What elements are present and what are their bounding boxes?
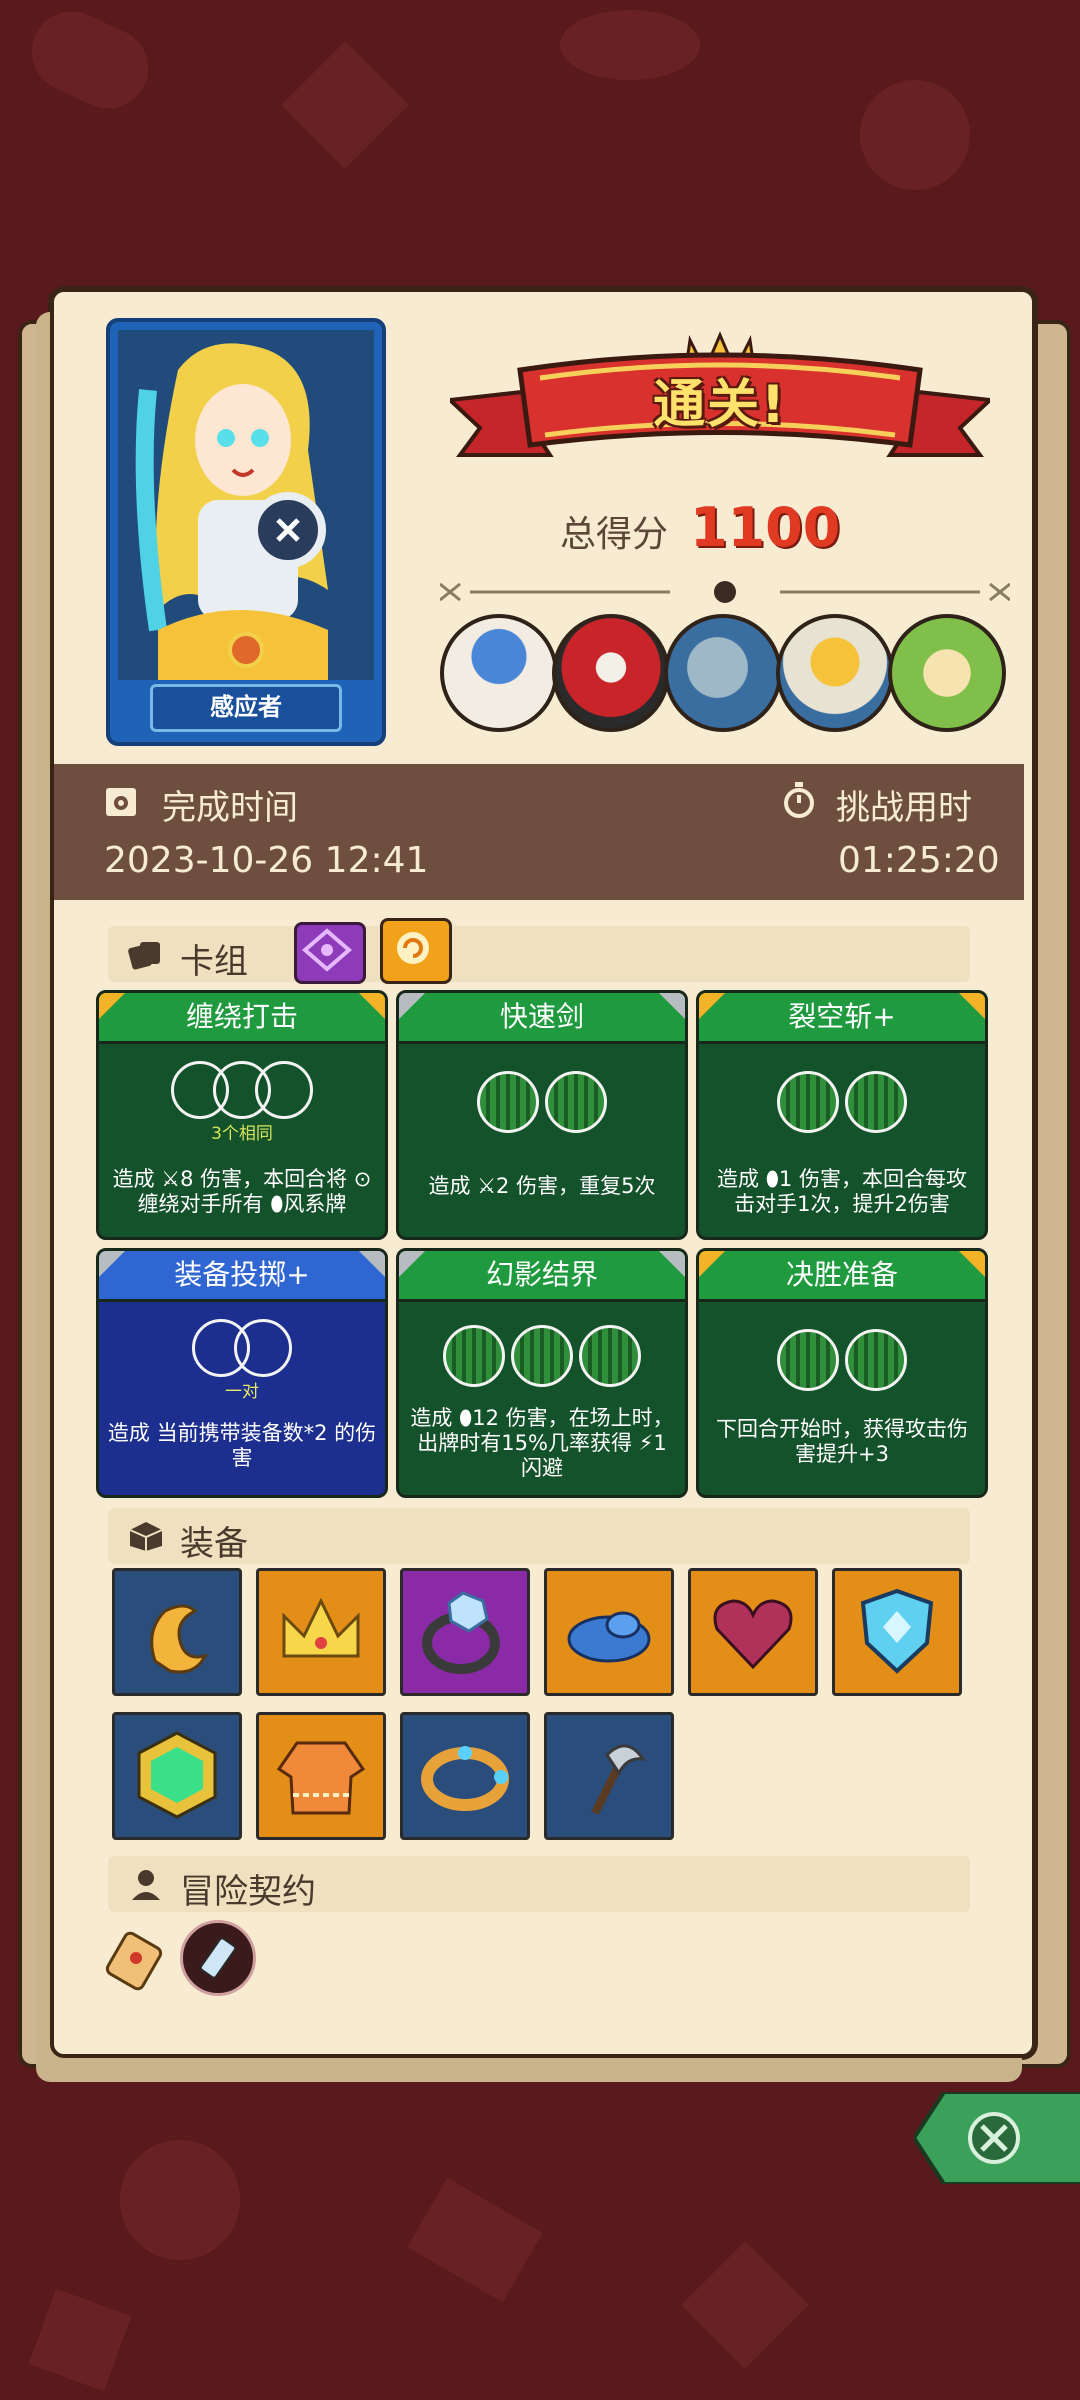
card-description: 下回合开始时，获得攻击伤害提升+3 [716,1417,968,1466]
knit-sweater-icon[interactable] [256,1712,386,1840]
card-entangle-strike[interactable]: 缠绕打击 3个相同 造成 ⚔8 伤害，本回合将 ⊙缠绕对手所有 ⬮风系牌 [96,990,388,1240]
card-equipment-throw[interactable]: 装备投掷+ 一对 造成 当前携带装备数*2 的伤害 [96,1248,388,1498]
red-demon-icon[interactable] [552,614,670,732]
deck-section-header: 卡组 [108,926,970,982]
card-slots [99,1319,385,1377]
card-title: 幻影结界 [399,1251,685,1302]
potion-vial-icon[interactable] [180,1920,256,1996]
card-description: 造成 当前携带装备数*2 的伤害 [107,1421,377,1470]
box-icon [129,1522,163,1551]
diamond-ring-icon[interactable] [400,1568,530,1696]
hero-portrait-card[interactable]: 感应者 [106,318,386,746]
card-title: 装备投掷+ [99,1251,385,1302]
card-title: 缠绕打击 [99,993,385,1044]
card-sky-slash[interactable]: 裂空斩+ 造成 ⬮1 伤害，本回合每攻击对手1次，提升2伤害 [696,990,988,1240]
card-title: 决胜准备 [699,1251,985,1302]
equipment-section-header: 装备 [108,1508,970,1564]
card-description: 造成 ⚔2 伤害，重复5次 [428,1174,656,1198]
card-slot-note: 3个相同 [211,1124,273,1144]
card-slots [99,1061,385,1119]
spiral-icon [397,932,429,964]
hero-portrait [118,330,374,680]
scythe-blade-icon[interactable] [544,1712,674,1840]
forest-elf-icon[interactable] [888,614,1006,732]
card-title: 裂空斩+ [699,993,985,1044]
cursed-heart-icon[interactable] [688,1568,818,1696]
mushroom-sage-icon[interactable] [440,614,558,732]
complete-time-label: 完成时间 [162,788,298,828]
hero-name: 感应者 [150,684,342,732]
calendar-icon [106,788,136,816]
scroll-icon[interactable] [96,1918,176,1998]
card-slots [699,1071,985,1133]
card-title: 快速剑 [399,993,685,1044]
deck-filter-purple[interactable] [294,922,366,984]
time-info-bar: 完成时间 2023-10-26 12:41 挑战用时 01:25:20 [54,764,1024,900]
challenge-time-label: 挑战用时 [836,788,972,828]
golden-claw-icon[interactable] [112,1568,242,1696]
card-description: 造成 ⬮12 伤害，在场上时，出牌时有15%几率获得 ⚡1 闪避 [410,1406,674,1480]
cards-icon [128,942,160,970]
card-slots [399,1071,685,1133]
card-decisive-prep[interactable]: 决胜准备 下回合开始时，获得攻击伤害提升+3 [696,1248,988,1498]
emerald-gem-icon[interactable] [112,1712,242,1840]
deck-filter-orange[interactable] [380,918,452,984]
card-slots [699,1329,985,1391]
person-icon [132,1870,160,1900]
contract-label: 冒险契约 [180,1872,316,1912]
card-description: 造成 ⚔8 伤害，本回合将 ⊙缠绕对手所有 ⬮风系牌 [112,1167,372,1216]
golden-robot-icon[interactable] [776,614,894,732]
equipment-label: 装备 [180,1524,248,1564]
boss-divider [439,580,1011,604]
score-value: 1100 [690,496,841,559]
score-label: 总得分 [560,514,669,555]
deck-label: 卡组 [180,942,248,982]
card-phantom-barrier[interactable]: 幻影结界 造成 ⬮12 伤害，在场上时，出牌时有15%几率获得 ⚡1 闪避 [396,1248,688,1498]
challenge-time-value: 01:25:20 [838,840,1000,881]
close-button[interactable] [911,2090,1080,2186]
card-slot-note: 一对 [225,1382,259,1402]
clear-banner-text: 通关! [653,375,787,435]
golden-crown-icon[interactable] [256,1568,386,1696]
crystal-shield-icon[interactable] [832,1568,962,1696]
card-description: 造成 ⬮1 伤害，本回合每攻击对手1次，提升2伤害 [717,1167,967,1216]
complete-time-value: 2023-10-26 12:41 [104,840,429,881]
jeweled-bracelet-icon[interactable] [400,1712,530,1840]
blue-slime-icon[interactable] [544,1568,674,1696]
purple-rune-icon [301,928,353,972]
clear-banner: 通关! [445,330,995,480]
card-slots [399,1325,685,1387]
fish-monster-icon[interactable] [664,614,782,732]
card-quick-sword[interactable]: 快速剑 造成 ⚔2 伤害，重复5次 [396,990,688,1240]
contract-section-header: 冒险契约 [108,1856,970,1912]
stopwatch-icon [784,782,814,818]
defeated-bosses [440,614,1006,732]
total-score: 总得分 1100 [560,496,840,559]
